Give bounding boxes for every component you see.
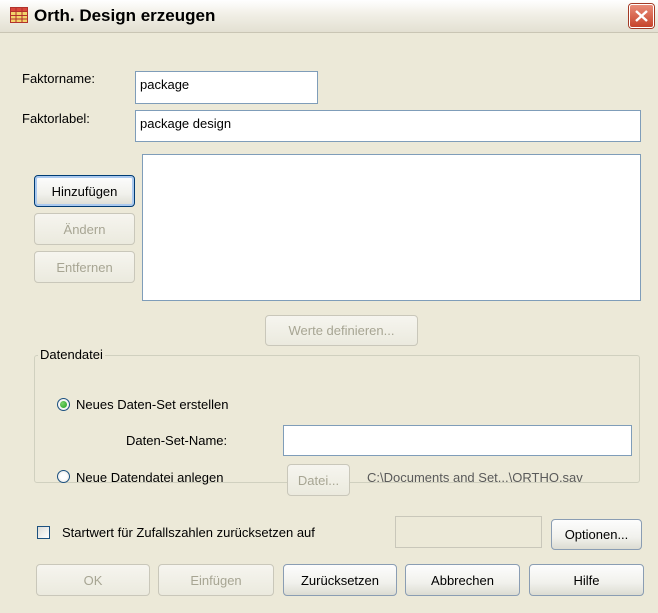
random-seed-checkbox[interactable]: [37, 526, 50, 539]
remove-button[interactable]: Entfernen: [34, 251, 135, 283]
factor-name-input[interactable]: package: [135, 71, 318, 104]
cancel-button[interactable]: Abbrechen: [405, 564, 520, 596]
define-values-button[interactable]: Werte definieren...: [265, 315, 418, 346]
file-path-text: C:\Documents and Set...\ORTHO.sav: [367, 470, 583, 485]
dataset-name-input[interactable]: [283, 425, 632, 456]
title-bar[interactable]: Orth. Design erzeugen: [0, 0, 658, 33]
file-button[interactable]: Datei...: [287, 464, 350, 496]
ok-button[interactable]: OK: [36, 564, 150, 596]
dialog-window: Orth. Design erzeugen Faktorname: packag…: [0, 0, 658, 613]
window-title: Orth. Design erzeugen: [34, 6, 216, 25]
factor-label-input[interactable]: package design: [135, 110, 641, 142]
add-button[interactable]: Hinzufügen: [34, 175, 135, 207]
new-dataset-radio[interactable]: [57, 398, 70, 411]
radio-selected-dot: [60, 401, 67, 408]
factor-label-label: Faktorlabel:: [22, 111, 90, 126]
options-button[interactable]: Optionen...: [551, 519, 642, 550]
help-button[interactable]: Hilfe: [529, 564, 644, 596]
new-dataset-label[interactable]: Neues Daten-Set erstellen: [76, 397, 228, 412]
factor-name-label: Faktorname:: [22, 71, 95, 86]
dataset-name-label: Daten-Set-Name:: [126, 433, 228, 448]
reset-button[interactable]: Zurücksetzen: [283, 564, 397, 596]
datafile-group-label: Datendatei: [38, 347, 105, 362]
factor-list[interactable]: [142, 154, 641, 301]
random-seed-input[interactable]: [395, 516, 542, 548]
random-seed-label[interactable]: Startwert für Zufallszahlen zurücksetzen…: [62, 525, 315, 540]
paste-button[interactable]: Einfügen: [158, 564, 274, 596]
spss-table-icon: [10, 7, 28, 23]
change-button[interactable]: Ändern: [34, 213, 135, 245]
close-button[interactable]: [629, 4, 654, 28]
close-icon: [635, 10, 648, 22]
new-datafile-radio[interactable]: [57, 470, 70, 483]
new-datafile-label[interactable]: Neue Datendatei anlegen: [76, 470, 223, 485]
